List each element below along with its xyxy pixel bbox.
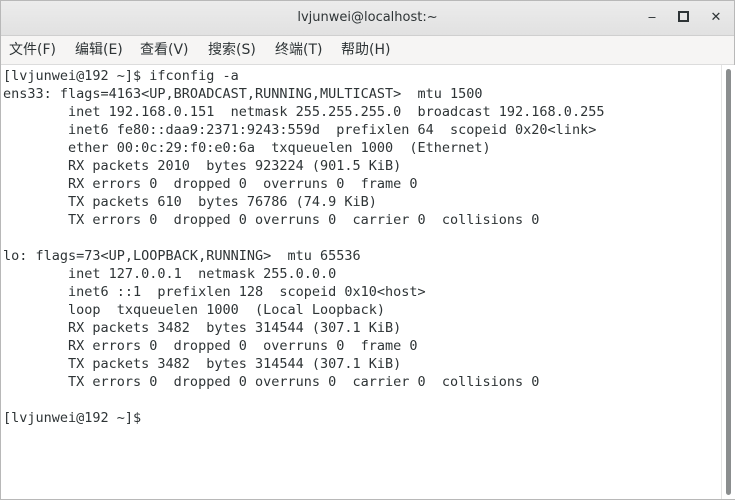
terminal-line: TX errors 0 dropped 0 overruns 0 carrier… bbox=[3, 212, 540, 228]
terminal-line: TX packets 610 bytes 76786 (74.9 KiB) bbox=[3, 194, 377, 210]
menu-view[interactable]: 查看(V) bbox=[140, 36, 189, 64]
terminal-line: inet 127.0.0.1 netmask 255.0.0.0 bbox=[3, 266, 337, 282]
terminal-line: ens33: flags=4163<UP,BROADCAST,RUNNING,M… bbox=[3, 86, 483, 102]
menu-search[interactable]: 搜索(S) bbox=[208, 36, 256, 64]
terminal-line: loop txqueuelen 1000 (Local Loopback) bbox=[3, 302, 386, 318]
terminal-prompt: [lvjunwei@192 ~]$ bbox=[3, 410, 142, 426]
terminal-line: lo: flags=73<UP,LOOPBACK,RUNNING> mtu 65… bbox=[3, 248, 361, 264]
maximize-button[interactable] bbox=[672, 8, 694, 28]
terminal-line: inet 192.168.0.151 netmask 255.255.255.0… bbox=[3, 104, 605, 120]
terminal-line: TX errors 0 dropped 0 overruns 0 carrier… bbox=[3, 374, 540, 390]
terminal-line: RX packets 3482 bytes 314544 (307.1 KiB) bbox=[3, 320, 402, 336]
menu-edit[interactable]: 编辑(E) bbox=[75, 36, 123, 64]
menu-help[interactable]: 帮助(H) bbox=[341, 36, 390, 64]
terminal-line: RX errors 0 dropped 0 overruns 0 frame 0 bbox=[3, 176, 418, 192]
terminal-output[interactable]: [lvjunwei@192 ~]$ ifconfig -a ens33: fla… bbox=[1, 65, 721, 499]
menu-file[interactable]: 文件(F) bbox=[9, 36, 56, 64]
terminal-window: lvjunwei@localhost:~ ‒ ✕ 文件(F) 编辑(E) 查看(… bbox=[0, 0, 735, 500]
vertical-scrollbar[interactable] bbox=[721, 65, 735, 499]
terminal-line: [lvjunwei@192 ~]$ ifconfig -a bbox=[3, 68, 239, 84]
menu-terminal[interactable]: 终端(T) bbox=[275, 36, 322, 64]
window-title: lvjunwei@localhost:~ bbox=[297, 10, 438, 25]
title-bar[interactable]: lvjunwei@localhost:~ ‒ ✕ bbox=[1, 1, 734, 36]
terminal-line: RX errors 0 dropped 0 overruns 0 frame 0 bbox=[3, 338, 418, 354]
menu-bar: 文件(F) 编辑(E) 查看(V) 搜索(S) 终端(T) 帮助(H) bbox=[1, 36, 734, 65]
close-button[interactable]: ✕ bbox=[705, 8, 727, 28]
minimize-button[interactable]: ‒ bbox=[641, 8, 663, 28]
terminal-line: inet6 ::1 prefixlen 128 scopeid 0x10<hos… bbox=[3, 284, 426, 300]
terminal-line: ether 00:0c:29:f0:e0:6a txqueuelen 1000 … bbox=[3, 140, 491, 156]
maximize-icon bbox=[677, 11, 689, 22]
scrollbar-thumb[interactable] bbox=[726, 69, 731, 495]
terminal-line: RX packets 2010 bytes 923224 (901.5 KiB) bbox=[3, 158, 402, 174]
terminal-line: TX packets 3482 bytes 314544 (307.1 KiB) bbox=[3, 356, 402, 372]
terminal-line: inet6 fe80::daa9:2371:9243:559d prefixle… bbox=[3, 122, 597, 138]
